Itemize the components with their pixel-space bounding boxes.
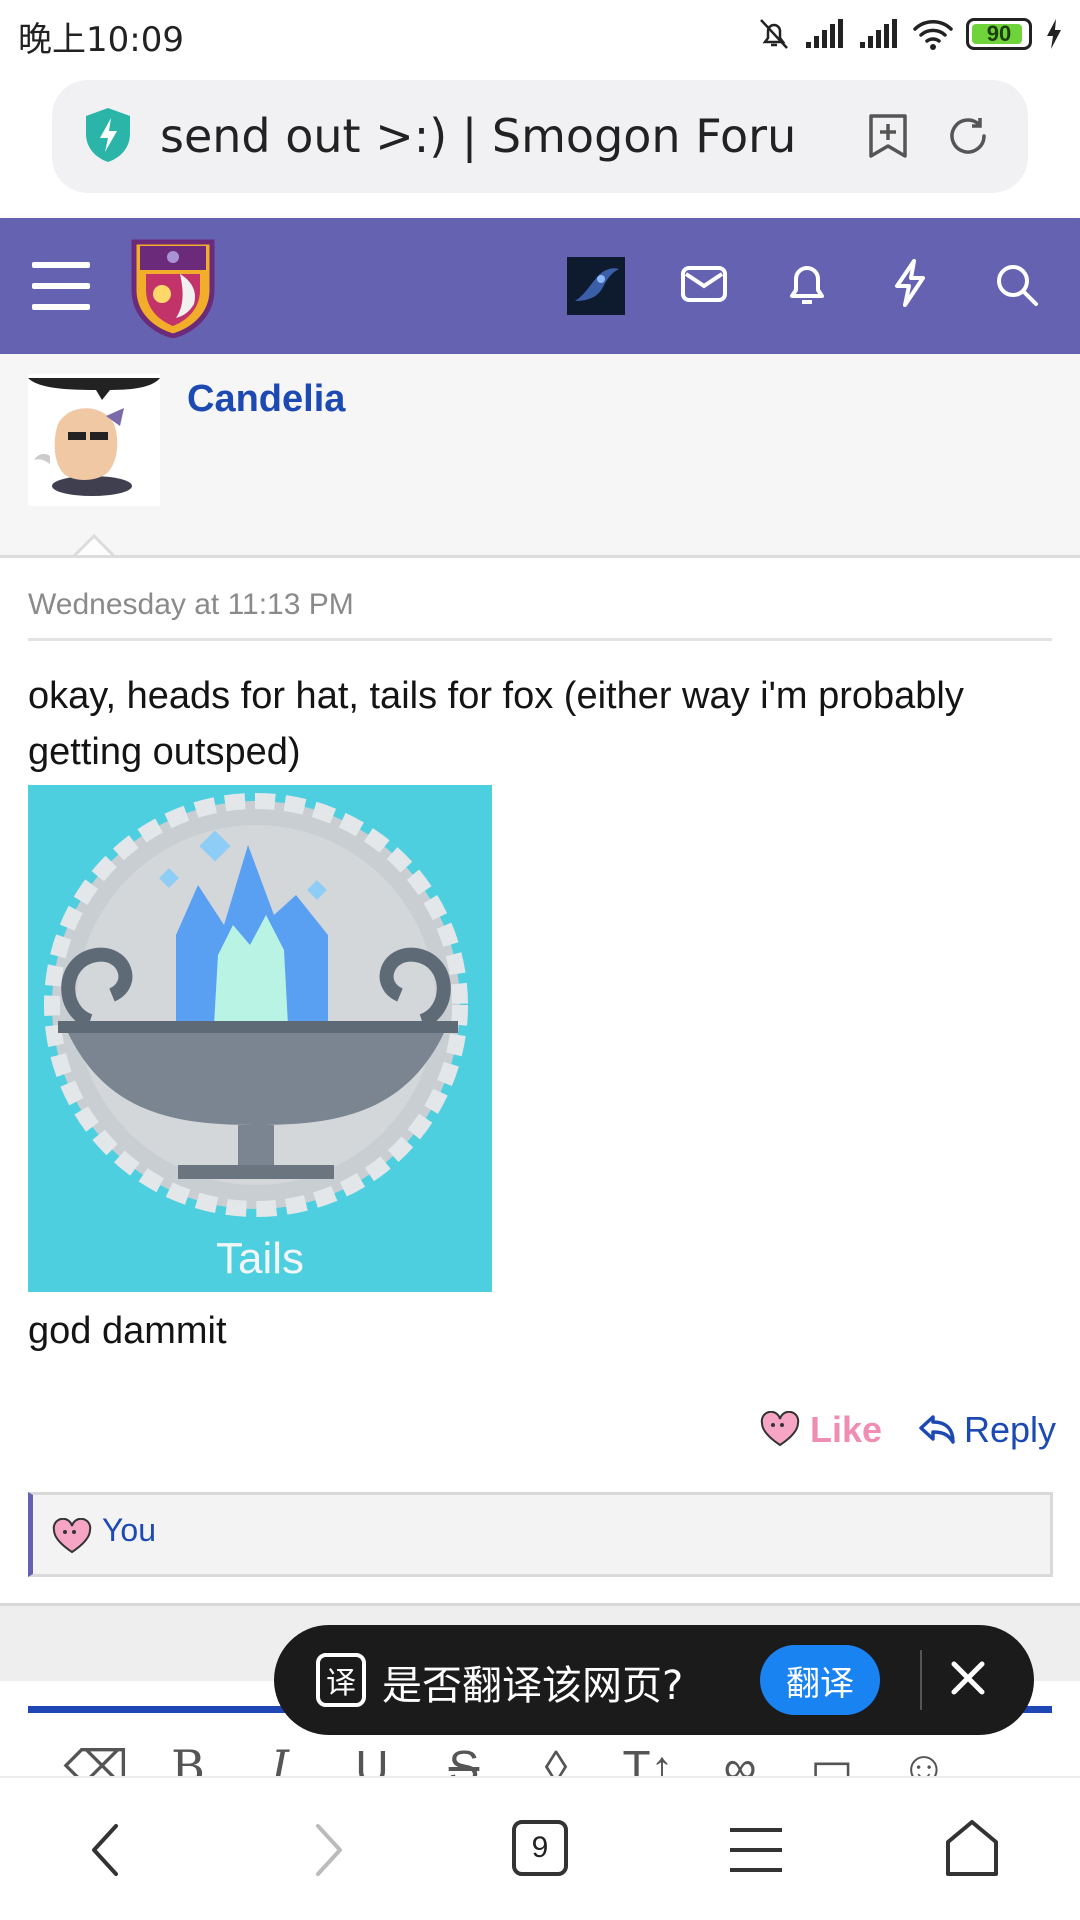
post-body-text: okay, heads for hat, tails for fox (eith… — [28, 675, 964, 773]
strikethrough-button[interactable]: S — [418, 1740, 510, 1793]
post-timestamp[interactable]: Wednesday at 11:13 PM — [28, 588, 354, 622]
post-username[interactable]: Candelia — [187, 378, 345, 421]
smile-icon[interactable]: ☺ — [878, 1740, 970, 1793]
user-avatar[interactable] — [567, 257, 625, 315]
underline-button[interactable]: U — [326, 1740, 418, 1793]
eraser-icon[interactable]: ⌫ — [50, 1740, 142, 1793]
translate-prompt: 是否翻译该网页? — [382, 1663, 684, 1709]
bell-icon[interactable] — [786, 260, 828, 308]
battery-indicator: 90 — [966, 18, 1032, 50]
coin-graphic — [44, 793, 468, 1217]
reply-label: Reply — [964, 1409, 1057, 1450]
mute-bell-icon — [760, 19, 788, 49]
editor-tools: ⌫ B I U S ◊ T↕ ∞ ▭ ☺ — [50, 1740, 1050, 1794]
menu-icon[interactable] — [30, 258, 92, 314]
coin-flip-image[interactable] — [28, 785, 492, 1292]
toast-separator — [920, 1650, 922, 1710]
translate-button[interactable]: 翻译 — [760, 1645, 880, 1715]
timestamp-rule — [28, 638, 1052, 641]
post-after-text: god dammit — [28, 1310, 227, 1352]
coin-result-label: Tails — [215, 1234, 305, 1283]
user-avatar-candelia[interactable] — [28, 374, 160, 506]
forward-icon — [316, 1824, 342, 1876]
like-button[interactable]: Like — [760, 1405, 882, 1455]
signal-icon — [806, 19, 843, 48]
translate-icon: 译 — [316, 1653, 366, 1707]
tabs-button[interactable]: 9 — [512, 1820, 568, 1876]
reaction-heart-icon — [52, 1518, 92, 1554]
signal-icon-2 — [860, 19, 897, 48]
menu-lines-icon[interactable] — [728, 1826, 784, 1874]
reactions-label[interactable]: You — [102, 1512, 156, 1549]
color-icon[interactable]: ◊ — [510, 1740, 602, 1793]
shield-icon — [86, 108, 130, 162]
charging-icon — [1047, 19, 1061, 49]
close-icon[interactable] — [950, 1660, 986, 1696]
italic-button[interactable]: I — [234, 1740, 326, 1794]
mail-icon[interactable] — [680, 264, 728, 304]
status-icons: 90 — [756, 14, 1064, 54]
text-size-icon[interactable]: T↕ — [602, 1740, 694, 1793]
search-icon[interactable] — [994, 262, 1040, 308]
reply-arrow-icon — [919, 1415, 955, 1444]
bookmark-add-icon[interactable] — [866, 112, 910, 160]
bold-button[interactable]: B — [142, 1740, 234, 1794]
post-divider — [0, 555, 1080, 558]
back-icon[interactable] — [88, 1822, 122, 1878]
wifi-icon — [913, 20, 953, 50]
refresh-icon[interactable] — [944, 112, 992, 160]
battery-level: 90 — [986, 21, 1012, 46]
url-title[interactable]: send out >:) | Smogon Forum — [160, 109, 800, 165]
like-heart-icon — [760, 1411, 800, 1447]
like-label: Like — [810, 1409, 883, 1450]
smogon-logo-icon[interactable] — [126, 234, 220, 338]
reply-button[interactable]: Reply — [918, 1405, 1056, 1455]
link-icon[interactable]: ∞ — [694, 1740, 786, 1793]
whats-new-icon[interactable] — [892, 258, 928, 308]
status-time: 晚上10:09 — [18, 20, 184, 60]
reactions-bar[interactable] — [28, 1492, 1053, 1577]
post-user-area — [0, 354, 1080, 557]
home-icon[interactable] — [942, 1818, 1002, 1878]
image-icon[interactable]: ▭ — [786, 1740, 878, 1793]
